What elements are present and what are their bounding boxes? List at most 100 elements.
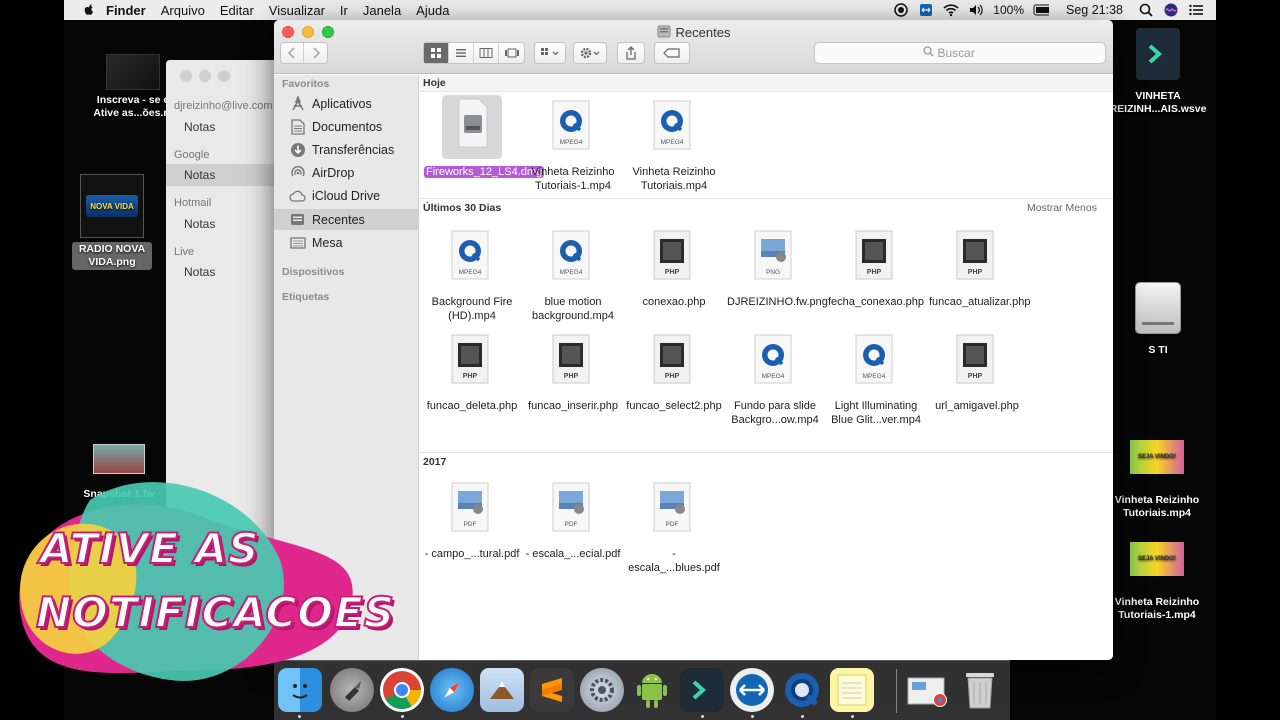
clock[interactable]: Seg 21:38 (1066, 3, 1123, 17)
menu-arquivo[interactable]: Arquivo (161, 3, 205, 18)
dock-downloads-stack-icon[interactable] (906, 668, 950, 712)
dock-launchpad-icon[interactable] (330, 668, 374, 712)
sidebar-tags-header[interactable]: Etiquetas (282, 291, 329, 303)
sidebar-devices-header[interactable]: Dispositivos (282, 266, 344, 278)
desktop-folder-icon (289, 234, 306, 251)
dock-sublime-icon[interactable] (530, 668, 574, 712)
teamviewer-icon[interactable] (918, 2, 934, 18)
dock-chrome-icon[interactable] (380, 668, 424, 712)
siri-icon[interactable] (1163, 2, 1179, 18)
notes-folder-2[interactable]: Notas (166, 164, 286, 186)
show-less-button[interactable]: Mostrar Menos (1027, 200, 1097, 217)
action-button[interactable] (573, 42, 607, 64)
desktop-drive[interactable]: S TI (1118, 282, 1198, 357)
desktop-file-radio-nova-vida[interactable]: NOVA VIDA RADIO NOVA VIDA.png (72, 174, 152, 270)
file-item[interactable]: PDF - escala_...ecial.pdf (523, 477, 623, 561)
file-label: Fundo para slide Backgro...ow.mp4 (731, 400, 819, 426)
spotlight-icon[interactable] (1138, 2, 1154, 18)
sidebar-item-aplicativos[interactable]: Aplicativos (274, 93, 419, 114)
file-vinheta-tutoriais[interactable]: MPEG4 Vinheta Reizinho Tutoriais.mp4 (624, 95, 724, 193)
file-item[interactable]: PHP funcao_select2.php (624, 329, 724, 413)
file-fireworks-dmg[interactable]: Fireworks_12_LS4.dmg (422, 95, 545, 179)
apple-icon[interactable] (82, 3, 96, 17)
dock-quicktime-icon[interactable] (780, 668, 824, 712)
file-label: funcao_select2.php (626, 400, 722, 412)
dock-wondershare-icon[interactable] (680, 668, 724, 712)
notes-folder-4[interactable]: Notas (166, 261, 286, 283)
dock-finder-icon[interactable] (278, 668, 322, 712)
mpeg4-file-icon: MPEG4 (442, 225, 502, 289)
dock-trash-icon[interactable] (958, 668, 1002, 712)
dock-safari-icon[interactable] (430, 668, 474, 712)
notes-close-button[interactable] (180, 70, 192, 82)
desktop-video-vinheta-1[interactable]: SEJA VINDO! Vinheta Reizinho Tutoriais-1… (1104, 542, 1210, 622)
file-item[interactable]: MPEG4 Background Fire (HD).mp4 (422, 225, 522, 323)
record-icon[interactable] (893, 2, 909, 18)
file-label: DJREIZINHO.fw.png (727, 296, 828, 308)
file-item[interactable]: MPEG4 Light Illuminating Blue Glit...ver.… (826, 329, 926, 427)
volume-icon[interactable] (968, 2, 984, 18)
file-item[interactable]: PHP funcao_deleta.php (422, 329, 522, 413)
menu-editar[interactable]: Editar (220, 3, 254, 18)
gallery-view-button[interactable] (499, 43, 524, 63)
sidebar-item-airdrop[interactable]: AirDrop (274, 162, 419, 183)
icon-view-button[interactable] (424, 43, 449, 63)
group-button[interactable] (534, 42, 566, 64)
dock-running-dot (701, 715, 704, 718)
menu-ir[interactable]: Ir (340, 3, 348, 18)
finder-content: Hoje Fireworks_12_LS4.dmg MPEG4 Vinheta … (420, 75, 1113, 660)
sidebar-item-transferencias[interactable]: Transferências (274, 139, 419, 160)
file-type-badge: MPEG4 (560, 269, 583, 276)
desktop-video-vinheta[interactable]: SEJA VINDO! Vinheta Reizinho Tutoriais.m… (1104, 440, 1210, 520)
tag-button[interactable] (654, 42, 690, 64)
notes-folder-3[interactable]: Notas (166, 213, 286, 235)
dock-android-studio-icon[interactable] (630, 668, 674, 712)
pdf-file-icon: PDF (543, 477, 603, 541)
sidebar-item-mesa[interactable]: Mesa (274, 232, 419, 253)
file-item[interactable]: PDF - campo_...tural.pdf (422, 477, 522, 561)
section-title-today: Hoje (423, 77, 446, 89)
forward-button[interactable] (304, 43, 327, 63)
file-item[interactable]: PHP url_amigavel.php (927, 329, 1027, 413)
list-view-button[interactable] (449, 43, 474, 63)
file-item[interactable]: PHP conexao.php (624, 225, 724, 309)
sidebar-item-recentes[interactable]: Recentes (274, 209, 419, 230)
desktop-file-vinheta-wsve[interactable]: VINHETA REIZINH...AIS.wsve (1108, 28, 1208, 116)
desktop-file-snapshot[interactable]: Snapshot 1.fw (64, 444, 174, 501)
notes-minimize-button[interactable] (199, 70, 211, 82)
video-thumbnail-1: SEJA VINDO! (1130, 440, 1184, 474)
file-type-badge: PHP (867, 269, 882, 276)
notification-center-icon[interactable] (1188, 2, 1204, 18)
file-item[interactable]: PDF - escala_...blues.pdf (624, 477, 724, 575)
icloud-icon (289, 187, 306, 204)
file-item[interactable]: MPEG4 Fundo para slide Backgro...ow.mp4 (725, 329, 825, 427)
wifi-icon[interactable] (943, 2, 959, 18)
snapshot-label: Snapshot 1.fw (83, 488, 155, 500)
sidebar-item-documentos[interactable]: Documentos (274, 116, 419, 137)
file-vinheta-tutoriais-1[interactable]: MPEG4 Vinheta Reizinho Tutoriais-1.mp4 (523, 95, 623, 193)
menu-finder[interactable]: Finder (106, 3, 146, 18)
file-item[interactable]: PHP fecha_conexao.php (826, 225, 926, 309)
mpeg4-file-icon: MPEG4 (745, 329, 805, 393)
share-button[interactable] (617, 42, 645, 64)
file-item[interactable]: MPEG4 blue motion background.mp4 (523, 225, 623, 323)
search-input[interactable] (937, 46, 998, 60)
notes-folder-1[interactable]: Notas (166, 116, 286, 138)
notes-maximize-button[interactable] (218, 70, 230, 82)
menu-visualizar[interactable]: Visualizar (269, 3, 325, 18)
dock-system-preferences-icon[interactable] (580, 668, 624, 712)
file-item[interactable]: PHP funcao_atualizar.php (927, 225, 1031, 309)
menu-janela[interactable]: Janela (363, 3, 401, 18)
menu-ajuda[interactable]: Ajuda (416, 3, 449, 18)
back-button[interactable] (281, 43, 304, 63)
recents-icon (289, 211, 306, 228)
sidebar-item-icloud-drive[interactable]: iCloud Drive (274, 185, 419, 206)
column-view-button[interactable] (474, 43, 499, 63)
search-field[interactable] (814, 42, 1106, 64)
battery-icon[interactable] (1033, 2, 1049, 18)
dock-teamviewer-icon[interactable] (730, 668, 774, 712)
dock-notes-icon[interactable] (830, 668, 874, 712)
file-item[interactable]: PHP funcao_inserir.php (523, 329, 623, 413)
dock-mail-icon[interactable] (480, 668, 524, 712)
file-item[interactable]: PNG DJREIZINHO.fw.png (725, 225, 828, 309)
